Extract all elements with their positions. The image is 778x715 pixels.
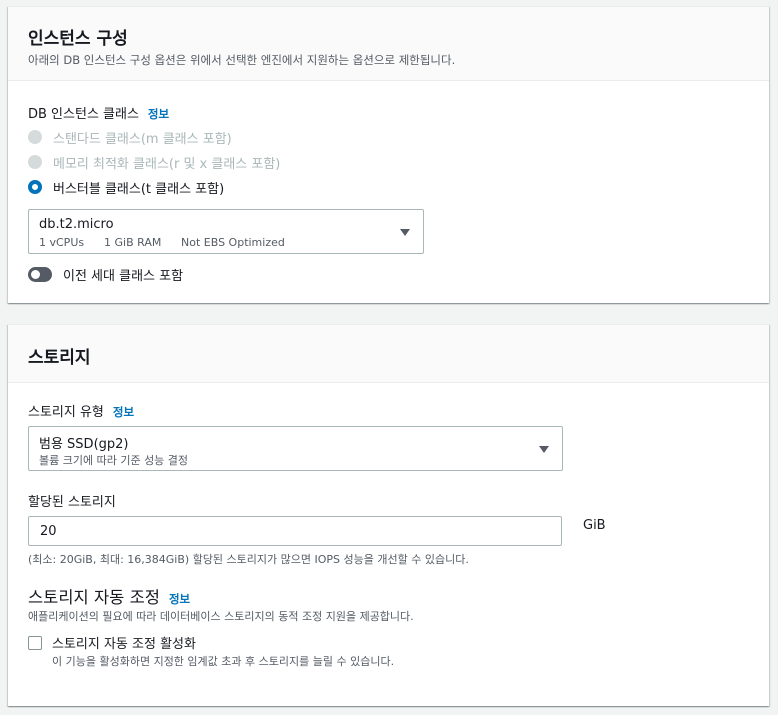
instance-class-ebs: Not EBS Optimized: [181, 236, 285, 249]
allocated-storage-input[interactable]: [28, 516, 562, 546]
storage-type-description: 볼륨 크기에 따라 기준 성능 결정: [39, 454, 189, 467]
db-instance-class-label: DB 인스턴스 클래스: [28, 107, 139, 122]
caret-down-icon: [539, 446, 549, 453]
allocated-storage-unit: GiB: [583, 518, 606, 533]
instance-class-vcpus: 1 vCPUs: [39, 236, 85, 249]
caret-down-icon: [400, 229, 410, 236]
radio-burstable-class-label: 버스터블 클래스(t 클래스 포함): [53, 181, 225, 197]
instance-config-panel: 인스턴스 구성 아래의 DB 인스턴스 구성 옵션은 위에서 선택한 엔진에서 …: [8, 6, 769, 303]
radio-standard-class[interactable]: 스탠다드 클래스(m 클래스 포함): [28, 127, 232, 147]
instance-class-value: db.t2.micro: [39, 217, 114, 232]
autoscaling-description: 애플리케이션의 필요에 따라 데이터베이스 스토리지의 동적 조정 지원을 제공…: [28, 610, 414, 623]
instance-class-ram: 1 GiB RAM: [104, 236, 162, 249]
storage-type-info-link[interactable]: 정보: [113, 405, 134, 419]
instance-config-title: 인스턴스 구성: [28, 29, 128, 49]
radio-memory-optimized-class[interactable]: 메모리 최적화 클래스(r 및 x 클래스 포함): [28, 152, 280, 172]
radio-burstable-class-input[interactable]: [28, 180, 42, 194]
radio-memory-optimized-class-label: 메모리 최적화 클래스(r 및 x 클래스 포함): [53, 156, 281, 172]
storage-panel: 스토리지 스토리지 유형 정보 범용 SSD(gp2) 볼륨 크기에 따라 기준 …: [8, 324, 769, 706]
autoscaling-heading: 스토리지 자동 조정 정보: [28, 584, 190, 608]
previous-generation-label: 이전 세대 클래스 포함: [63, 269, 184, 284]
instance-config-header: 인스턴스 구성 아래의 DB 인스턴스 구성 옵션은 위에서 선택한 엔진에서 …: [8, 7, 769, 81]
instance-class-select[interactable]: db.t2.micro 1 vCPUs 1 GiB RAM Not EBS Op…: [28, 209, 424, 254]
radio-standard-class-label: 스탠다드 클래스(m 클래스 포함): [53, 131, 232, 147]
radio-standard-class-input[interactable]: [28, 130, 42, 144]
storage-title: 스토리지: [28, 348, 91, 368]
radio-burstable-class[interactable]: 버스터블 클래스(t 클래스 포함): [28, 177, 224, 197]
autoscaling-checkbox-hint: 이 기능을 활성화하면 지정한 임계값 초과 후 스토리지를 늘릴 수 있습니다…: [52, 655, 395, 668]
storage-type-field: 스토리지 유형 정보: [28, 401, 134, 420]
radio-memory-optimized-class-input[interactable]: [28, 155, 42, 169]
storage-header: 스토리지: [8, 325, 769, 383]
autoscaling-checkbox[interactable]: [28, 636, 42, 650]
storage-type-value: 범용 SSD(gp2): [39, 437, 129, 452]
allocated-storage-hint: (최소: 20GiB, 최대: 16,384GiB) 할당된 스토리지가 많으면…: [28, 553, 469, 566]
autoscaling-info-link[interactable]: 정보: [169, 592, 190, 606]
instance-config-description: 아래의 DB 인스턴스 구성 옵션은 위에서 선택한 엔진에서 지원하는 옵션으…: [28, 53, 456, 67]
previous-generation-toggle[interactable]: [28, 267, 52, 282]
allocated-storage-label: 할당된 스토리지: [28, 495, 116, 510]
db-instance-class-info-link[interactable]: 정보: [148, 107, 169, 121]
storage-type-select[interactable]: 범용 SSD(gp2) 볼륨 크기에 따라 기준 성능 결정: [28, 426, 563, 471]
db-instance-class-field: DB 인스턴스 클래스 정보: [28, 103, 169, 122]
storage-type-label: 스토리지 유형: [28, 405, 104, 420]
autoscaling-title: 스토리지 자동 조정: [28, 588, 160, 607]
autoscaling-checkbox-label: 스토리지 자동 조정 활성화: [52, 637, 196, 652]
